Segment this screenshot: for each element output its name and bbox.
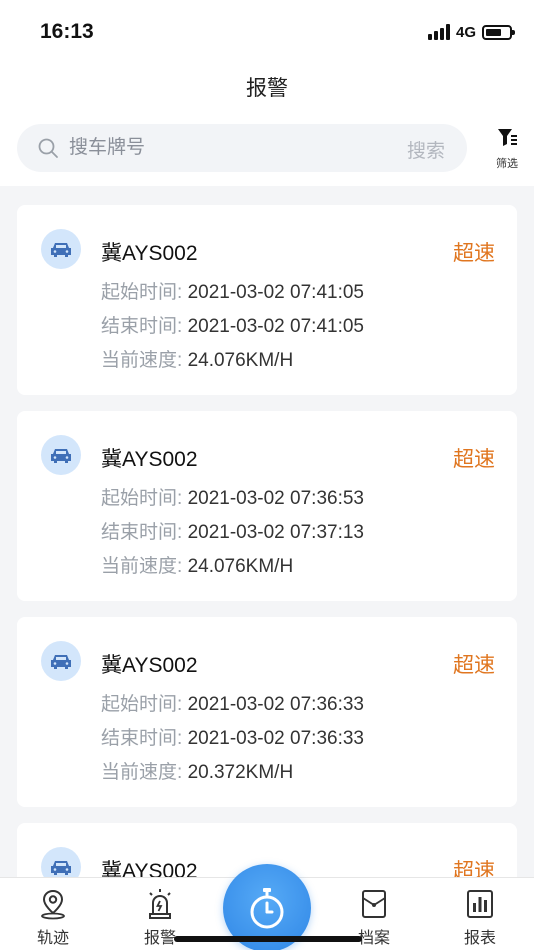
search-icon bbox=[38, 138, 58, 158]
speed-label: 当前速度: bbox=[101, 556, 183, 577]
end-time-label: 结束时间: bbox=[101, 316, 183, 337]
search-input[interactable] bbox=[69, 124, 389, 172]
start-time-label: 起始时间: bbox=[101, 694, 183, 715]
status-bar: 16:13 4G bbox=[0, 0, 534, 62]
speed-value: 24.076KM/H bbox=[187, 556, 294, 577]
speed-row: 当前速度: 20.372KM/H bbox=[101, 757, 293, 784]
end-time-row: 结束时间: 2021-03-02 07:36:33 bbox=[101, 723, 364, 750]
car-icon bbox=[41, 641, 81, 681]
end-time-value: 2021-03-02 07:37:13 bbox=[187, 522, 364, 543]
car-icon bbox=[41, 229, 81, 269]
alarm-light-icon bbox=[149, 889, 171, 919]
status-time: 16:13 bbox=[40, 20, 94, 43]
alarm-type: 超速 bbox=[453, 654, 495, 677]
bar-chart-icon bbox=[467, 890, 493, 918]
end-time-label: 结束时间: bbox=[101, 522, 183, 543]
speed-value: 20.372KM/H bbox=[187, 762, 294, 783]
plate-number: 冀AYS002 bbox=[101, 242, 198, 265]
signal-icon bbox=[427, 24, 450, 40]
location-pin-icon bbox=[41, 889, 65, 920]
tab-label: 报表 bbox=[463, 930, 496, 947]
tab-track[interactable]: 轨迹 bbox=[18, 888, 88, 948]
filter-label: 筛选 bbox=[496, 158, 518, 170]
car-icon bbox=[41, 435, 81, 475]
alarm-type: 超速 bbox=[453, 448, 495, 471]
network-type: 4G bbox=[455, 23, 476, 41]
speed-label: 当前速度: bbox=[101, 350, 183, 371]
tab-report[interactable]: 报表 bbox=[445, 888, 515, 948]
top-area: 16:13 4G 报警 搜索 筛选 bbox=[0, 0, 534, 186]
speed-row: 当前速度: 24.076KM/H bbox=[101, 345, 293, 372]
start-time-label: 起始时间: bbox=[101, 282, 183, 303]
start-time-label: 起始时间: bbox=[101, 488, 183, 509]
end-time-label: 结束时间: bbox=[101, 728, 183, 749]
status-indicators: 4G bbox=[427, 22, 515, 42]
start-time-value: 2021-03-02 07:36:33 bbox=[187, 694, 364, 715]
start-time-row: 起始时间: 2021-03-02 07:36:33 bbox=[101, 689, 364, 716]
filter-icon bbox=[498, 129, 517, 146]
speed-label: 当前速度: bbox=[101, 762, 183, 783]
start-time-row: 起始时间: 2021-03-02 07:36:53 bbox=[101, 483, 364, 510]
plate-number: 冀AYS002 bbox=[101, 654, 198, 677]
home-indicator bbox=[174, 936, 362, 942]
tab-label: 轨迹 bbox=[36, 930, 69, 947]
stopwatch-icon bbox=[250, 888, 284, 929]
plate-number: 冀AYS002 bbox=[101, 448, 198, 471]
page-title: 报警 bbox=[246, 77, 288, 100]
end-time-row: 结束时间: 2021-03-02 07:37:13 bbox=[101, 517, 364, 544]
start-time-value: 2021-03-02 07:41:05 bbox=[187, 282, 364, 303]
search-box[interactable]: 搜索 bbox=[17, 124, 467, 172]
start-time-row: 起始时间: 2021-03-02 07:41:05 bbox=[101, 277, 364, 304]
alarm-card[interactable]: 冀AYS002 超速 起始时间: 2021-03-02 07:41:05 结束时… bbox=[17, 205, 517, 395]
alarm-card[interactable]: 冀AYS002 超速 起始时间: 2021-03-02 07:36:33 结束时… bbox=[17, 617, 517, 807]
archive-icon bbox=[362, 890, 386, 918]
end-time-row: 结束时间: 2021-03-02 07:41:05 bbox=[101, 311, 364, 338]
end-time-value: 2021-03-02 07:36:33 bbox=[187, 728, 364, 749]
filter-button[interactable]: 筛选 bbox=[490, 126, 524, 172]
battery-icon bbox=[482, 24, 515, 40]
end-time-value: 2021-03-02 07:41:05 bbox=[187, 316, 364, 337]
alarm-type: 超速 bbox=[453, 242, 495, 265]
speed-row: 当前速度: 24.076KM/H bbox=[101, 551, 293, 578]
search-button[interactable]: 搜索 bbox=[407, 136, 445, 163]
speed-value: 24.076KM/H bbox=[187, 350, 294, 371]
alarm-card[interactable]: 冀AYS002 超速 起始时间: 2021-03-02 07:36:53 结束时… bbox=[17, 411, 517, 601]
start-time-value: 2021-03-02 07:36:53 bbox=[187, 488, 364, 509]
